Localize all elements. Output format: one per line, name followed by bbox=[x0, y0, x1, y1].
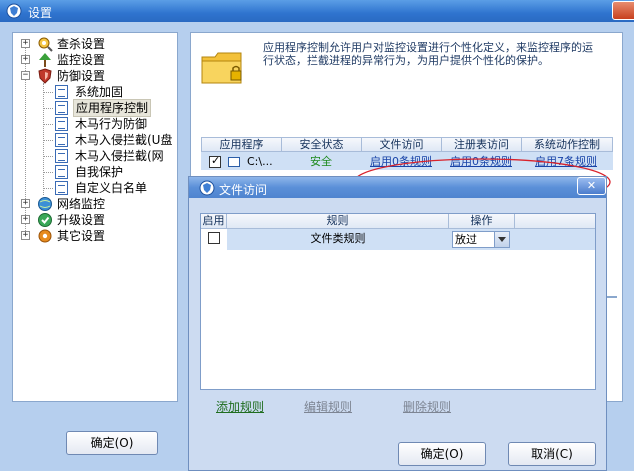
column-header[interactable]: 启用 bbox=[201, 214, 227, 228]
document-icon bbox=[55, 117, 68, 131]
tree-node-whitelist[interactable]: 自定义白名单 bbox=[55, 180, 175, 196]
rule-row[interactable]: 文件类规则 放过 bbox=[201, 229, 595, 250]
settings-tree: + 查杀设置 + 监控设置 − 防御设置 系统加固 应用程序控制 木马行为防御 … bbox=[12, 32, 178, 402]
tree-node-trojan-net[interactable]: 木马入侵拦截(网 bbox=[55, 148, 175, 164]
status-cell: 安全 bbox=[310, 155, 332, 168]
dialog-close-button[interactable]: ✕ bbox=[577, 177, 606, 195]
column-header[interactable]: 安全状态 bbox=[282, 138, 362, 151]
scrollbar-fragment bbox=[607, 296, 617, 298]
app-shield-icon bbox=[6, 3, 22, 19]
column-header[interactable]: 规则 bbox=[227, 214, 449, 228]
expand-icon[interactable]: + bbox=[21, 231, 30, 240]
dialog-ok-button[interactable]: 确定(O) bbox=[398, 442, 486, 466]
enable-cell bbox=[201, 229, 227, 250]
tree-label-selected: 应用程序控制 bbox=[73, 99, 152, 117]
dialog-cancel-button[interactable]: 取消(C) bbox=[508, 442, 596, 466]
app-cell: C:\... bbox=[201, 154, 281, 168]
tree-label: 自我保护 bbox=[75, 165, 124, 179]
app-shield-icon bbox=[199, 180, 215, 196]
tree-node-other[interactable]: + 其它设置 bbox=[21, 228, 171, 244]
column-header[interactable]: 系统动作控制 bbox=[522, 138, 612, 151]
tree-label: 木马入侵拦截(网 bbox=[75, 149, 164, 163]
tree-label: 网络监控 bbox=[57, 197, 106, 211]
scan-icon bbox=[38, 37, 53, 52]
network-icon bbox=[38, 197, 52, 211]
main-ok-button[interactable]: 确定(O) bbox=[66, 431, 158, 455]
tree-label: 其它设置 bbox=[57, 229, 106, 243]
description-text: 应用程序控制允许用户对监控设置进行个性化定义，来监控程序的运行状态，拦截进程的异… bbox=[263, 41, 593, 67]
document-icon bbox=[55, 85, 68, 99]
tree-label: 查杀设置 bbox=[57, 37, 106, 51]
action-cell: 放过 bbox=[449, 229, 515, 250]
upgrade-icon bbox=[38, 213, 52, 227]
rule-name: 文件类规则 bbox=[227, 229, 449, 250]
tree-label: 木马入侵拦截(U盘 bbox=[75, 133, 173, 147]
shield-icon bbox=[38, 68, 52, 84]
action-select[interactable]: 放过 bbox=[452, 231, 510, 248]
delete-rule-link[interactable]: 删除规则 bbox=[403, 398, 451, 415]
column-header[interactable]: 文件访问 bbox=[362, 138, 442, 151]
tree-node-defense[interactable]: − 防御设置 bbox=[21, 68, 171, 84]
tree-node-system-hardening[interactable]: 系统加固 bbox=[55, 84, 175, 100]
add-rule-link[interactable]: 添加规则 bbox=[216, 398, 264, 415]
gear-icon bbox=[38, 229, 52, 243]
folder-lock-icon bbox=[201, 52, 242, 84]
dropdown-arrow-icon[interactable] bbox=[494, 232, 509, 247]
main-titlebar: 设置 bbox=[0, 0, 634, 22]
dialog-titlebar: 文件访问 ✕ bbox=[189, 177, 606, 198]
application-icon bbox=[227, 156, 240, 167]
window-title: 设置 bbox=[28, 6, 53, 20]
tree-label: 木马行为防御 bbox=[75, 117, 148, 131]
tree-label: 监控设置 bbox=[57, 53, 106, 67]
app-path: C:\... bbox=[247, 154, 273, 168]
tree-label: 升级设置 bbox=[57, 213, 106, 227]
edit-rule-link[interactable]: 编辑规则 bbox=[304, 398, 352, 415]
document-icon bbox=[55, 133, 68, 147]
window-close-button[interactable] bbox=[612, 1, 634, 20]
expand-icon[interactable]: + bbox=[21, 199, 30, 208]
document-icon bbox=[55, 165, 68, 179]
expand-icon[interactable]: + bbox=[21, 39, 30, 48]
document-icon bbox=[55, 101, 68, 115]
tree-node-monitor[interactable]: + 监控设置 bbox=[21, 52, 171, 68]
row-checkbox[interactable] bbox=[209, 154, 221, 168]
tree-node-network[interactable]: + 网络监控 bbox=[21, 196, 171, 212]
column-header[interactable]: 操作 bbox=[449, 214, 515, 228]
rules-list-header: 启用 规则 操作 bbox=[201, 214, 595, 229]
column-header[interactable]: 应用程序 bbox=[202, 138, 282, 151]
column-header[interactable]: 注册表访问 bbox=[442, 138, 522, 151]
tree-label: 防御设置 bbox=[57, 69, 106, 83]
tree-node-app-control[interactable]: 应用程序控制 bbox=[55, 99, 175, 117]
expand-icon[interactable]: + bbox=[21, 215, 30, 224]
tree-node-trojan-behavior[interactable]: 木马行为防御 bbox=[55, 116, 175, 132]
tree-label: 自定义白名单 bbox=[75, 181, 148, 195]
tree-node-upgrade[interactable]: + 升级设置 bbox=[21, 212, 171, 228]
collapse-icon[interactable]: − bbox=[21, 71, 30, 80]
expand-icon[interactable]: + bbox=[21, 55, 30, 64]
document-icon bbox=[55, 181, 68, 195]
dialog-title: 文件访问 bbox=[219, 183, 268, 197]
action-value: 放过 bbox=[455, 233, 477, 246]
tree-node-self-protect[interactable]: 自我保护 bbox=[55, 164, 175, 180]
rule-enable-checkbox[interactable] bbox=[208, 232, 220, 244]
file-access-dialog: 文件访问 ✕ 启用 规则 操作 文件类规则 放过 添加规则 编辑规则 删除规则 … bbox=[188, 176, 607, 471]
document-icon bbox=[55, 149, 68, 163]
table-header: 应用程序 安全状态 文件访问 注册表访问 系统动作控制 bbox=[201, 137, 613, 152]
tree-node-scan[interactable]: + 查杀设置 bbox=[21, 36, 171, 52]
tree-node-trojan-usb[interactable]: 木马入侵拦截(U盘 bbox=[55, 132, 175, 148]
tree-label: 系统加固 bbox=[75, 85, 124, 99]
monitor-icon bbox=[39, 53, 51, 67]
rules-list: 启用 规则 操作 文件类规则 放过 bbox=[200, 213, 596, 390]
